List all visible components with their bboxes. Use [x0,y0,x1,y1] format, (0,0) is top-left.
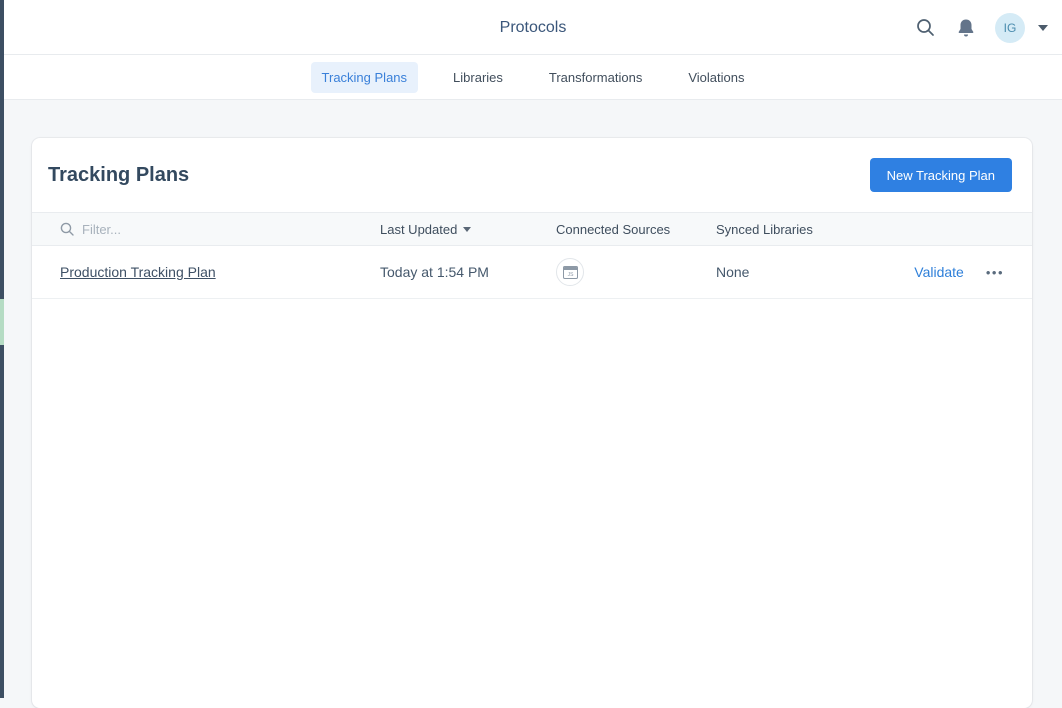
background-window-edge [0,0,4,698]
tab-libraries[interactable]: Libraries [442,62,514,93]
tracking-plan-link[interactable]: Production Tracking Plan [60,264,216,280]
table-row: Production Tracking Plan Today at 1:54 P… [32,246,1032,299]
sort-descending-icon [463,227,471,232]
filter-search-icon [60,222,74,236]
background-window-accent [0,299,4,345]
top-header: Protocols IG [4,0,1062,55]
row-actions: Validate ••• [884,264,1004,280]
column-connected-sources: Connected Sources [556,222,716,237]
table-header-row: Last Updated Connected Sources Synced Li… [32,212,1032,246]
row-menu-ellipsis-icon[interactable]: ••• [986,266,1004,279]
tracking-plans-card: Tracking Plans New Tracking Plan Last Up… [32,138,1032,708]
column-last-updated[interactable]: Last Updated [380,222,556,237]
validate-button[interactable]: Validate [914,264,964,280]
filter-input[interactable] [82,222,282,237]
column-last-updated-label: Last Updated [380,222,457,237]
notifications-bell-icon[interactable] [954,16,978,40]
last-updated-cell: Today at 1:54 PM [380,264,556,280]
header-actions: IG [913,0,1048,55]
column-synced-libraries: Synced Libraries [716,222,884,237]
javascript-source-icon[interactable]: JS [556,258,584,286]
protocols-app: Protocols IG Tracking Plans Libraries Tr… [4,0,1062,708]
svg-text:JS: JS [567,272,574,278]
tab-bar: Tracking Plans Libraries Transformations… [4,55,1062,100]
search-icon[interactable] [913,16,937,40]
account-menu-chevron-down-icon[interactable] [1038,25,1048,31]
tab-transformations[interactable]: Transformations [538,62,653,93]
card-title: Tracking Plans [48,164,189,187]
tab-tracking-plans[interactable]: Tracking Plans [311,62,419,93]
synced-libraries-cell: None [716,264,884,280]
page-title: Protocols [4,0,1062,55]
new-tracking-plan-button[interactable]: New Tracking Plan [870,158,1012,192]
card-header: Tracking Plans New Tracking Plan [32,138,1032,212]
tab-violations[interactable]: Violations [677,62,755,93]
avatar[interactable]: IG [995,13,1025,43]
page-content: Tracking Plans New Tracking Plan Last Up… [4,100,1062,708]
filter-field [60,222,380,237]
